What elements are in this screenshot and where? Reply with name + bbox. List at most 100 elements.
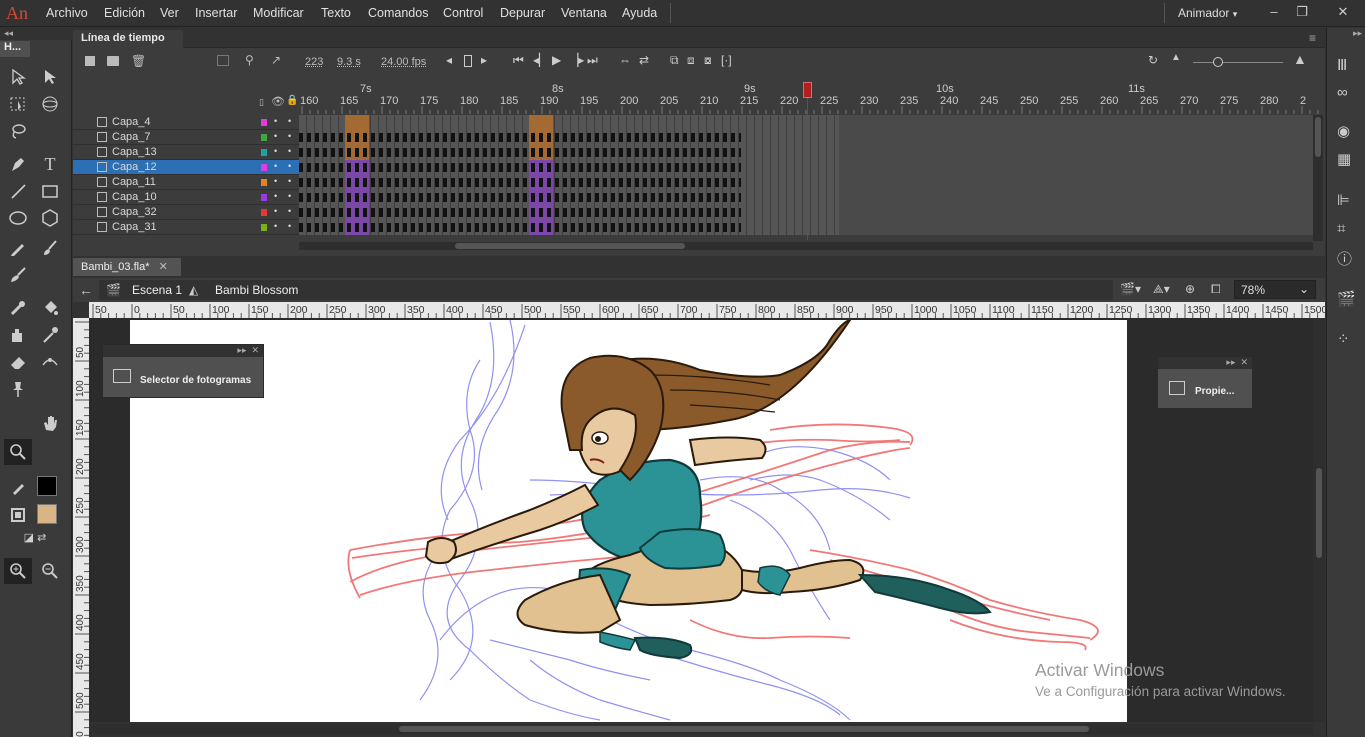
oval-tool-icon[interactable]: [4, 205, 32, 231]
eye-icon[interactable]: 👁: [271, 95, 285, 108]
color-icon[interactable]: ◉: [1337, 122, 1357, 142]
layer-row[interactable]: Capa_11 • •: [73, 175, 1313, 190]
layer-visibility-dot[interactable]: •: [274, 176, 277, 186]
close-button[interactable]: ✕: [1325, 2, 1361, 22]
layer-row[interactable]: Capa_31 • •: [73, 220, 1313, 235]
layer-color-swatch[interactable]: [261, 119, 267, 126]
step-forward-icon[interactable]: ▕▸: [569, 53, 584, 67]
ink-bottle-tool-icon[interactable]: [4, 322, 32, 348]
symbol-name[interactable]: Bambi Blossom: [215, 283, 298, 297]
line-tool-icon[interactable]: [4, 178, 32, 204]
layer-lock-dot[interactable]: •: [288, 131, 291, 141]
canvas-vscroll[interactable]: [1313, 318, 1325, 722]
panel-header[interactable]: ▸▸ ✕: [103, 345, 263, 357]
layer-color-swatch[interactable]: [261, 134, 267, 141]
menu-ver[interactable]: Ver: [160, 0, 179, 27]
layer-visibility-dot[interactable]: •: [274, 116, 277, 126]
edit-symbol-icon[interactable]: ⟁▾: [1153, 282, 1170, 297]
bone-tool-icon[interactable]: [4, 295, 32, 321]
paint-brush-tool-icon[interactable]: [36, 235, 64, 261]
layer-lock-dot[interactable]: •: [288, 176, 291, 186]
minimize-button[interactable]: –: [1262, 2, 1286, 22]
layer-color-swatch[interactable]: [261, 224, 267, 231]
layer-name[interactable]: Capa_12: [112, 161, 157, 173]
workspace-selector[interactable]: Animador ▾: [1178, 0, 1237, 27]
sync-icon[interactable]: ⇄: [639, 53, 649, 67]
layer-name[interactable]: Capa_32: [112, 206, 157, 218]
layer-row[interactable]: Capa_12 • •: [73, 160, 1313, 175]
elapsed-time[interactable]: 9.3 s: [337, 56, 361, 68]
layer-visibility-dot[interactable]: •: [274, 146, 277, 156]
layer-color-swatch[interactable]: [261, 164, 267, 171]
expand-view-icon[interactable]: ▲: [1293, 51, 1307, 67]
stage[interactable]: [130, 320, 1127, 722]
insert-keyframe-icon[interactable]: [464, 55, 472, 67]
layer-color-swatch[interactable]: [261, 149, 267, 156]
paint-bucket-tool-icon[interactable]: [36, 295, 64, 321]
layer-name[interactable]: Capa_11: [112, 176, 156, 188]
layer-visibility-dot[interactable]: •: [274, 191, 277, 201]
delete-layer-icon[interactable]: 🗑: [131, 54, 146, 68]
layer-row[interactable]: Capa_4 • •: [73, 115, 1313, 130]
zoom-in-icon[interactable]: [4, 558, 32, 584]
new-folder-icon[interactable]: [107, 56, 119, 66]
tools-tab[interactable]: H...: [0, 41, 30, 57]
layer-visibility-dot[interactable]: •: [274, 206, 277, 216]
refresh-icon[interactable]: ↻: [1148, 53, 1158, 67]
cc-libraries-icon[interactable]: ∞: [1337, 84, 1357, 104]
pen-tool-icon[interactable]: [4, 151, 32, 177]
menu-control[interactable]: Control: [443, 0, 483, 27]
scene-name[interactable]: Escena 1: [132, 283, 182, 297]
close-tab-icon[interactable]: ✕: [159, 261, 168, 273]
timeline-hscroll[interactable]: [299, 242, 1313, 250]
swap-colors-icon[interactable]: ◪ ⇄: [18, 526, 52, 548]
canvas-hscroll[interactable]: [89, 724, 1313, 734]
center-stage-icon[interactable]: ⊕: [1185, 282, 1195, 296]
horizontal-ruler[interactable]: 50 0 50 100 150 200 250 300 350 400 450 500 550 600 65…: [89, 302, 1325, 318]
new-layer-icon[interactable]: [85, 56, 95, 66]
graph-icon[interactable]: ↗: [271, 53, 281, 67]
menu-texto[interactable]: Texto: [321, 0, 351, 27]
back-arrow-icon[interactable]: ←: [79, 282, 93, 298]
menu-archivo[interactable]: Archivo: [46, 0, 88, 27]
layer-visibility-dot[interactable]: •: [274, 131, 277, 141]
menu-ventana[interactable]: Ventana: [561, 0, 607, 27]
zoom-slider-track[interactable]: [1193, 62, 1283, 63]
expand-panels-icon[interactable]: ▸▸: [1327, 28, 1365, 40]
layer-color-swatch[interactable]: [261, 179, 267, 186]
layer-lock-dot[interactable]: •: [288, 116, 291, 126]
last-frame-icon[interactable]: ⏭: [587, 53, 598, 68]
current-frame[interactable]: 223: [305, 56, 323, 68]
collapse-icon[interactable]: ◂◂: [0, 28, 72, 40]
prev-keyframe-icon[interactable]: ◂: [446, 53, 452, 67]
text-tool-icon[interactable]: T: [36, 151, 64, 177]
layer-visibility-dot[interactable]: •: [274, 221, 277, 231]
layer-name[interactable]: Capa_31: [112, 221, 157, 233]
fill-color-swatch[interactable]: [37, 504, 57, 524]
layer-lock-dot[interactable]: •: [288, 221, 291, 231]
onion-markers-icon[interactable]: [·]: [721, 53, 732, 67]
layer-color-swatch[interactable]: [261, 209, 267, 216]
polygon-tool-icon[interactable]: [36, 205, 64, 231]
layer-name[interactable]: Capa_13: [112, 146, 157, 158]
3d-rotation-tool-icon[interactable]: [36, 91, 64, 117]
menu-modificar[interactable]: Modificar: [253, 0, 304, 27]
pencil-tool-icon[interactable]: [4, 235, 32, 261]
menu-depurar[interactable]: Depurar: [500, 0, 545, 27]
swatches-icon[interactable]: ▦: [1337, 150, 1357, 170]
onion-outline-icon[interactable]: ⧈: [687, 53, 695, 68]
layer-name[interactable]: Capa_10: [112, 191, 157, 203]
playhead[interactable]: [803, 82, 812, 240]
pin-tool-icon[interactable]: [4, 376, 32, 402]
layer-color-swatch[interactable]: [261, 194, 267, 201]
eyedropper-tool-icon[interactable]: [36, 322, 64, 348]
hand-tool-icon[interactable]: [36, 410, 64, 436]
play-icon[interactable]: ▶: [552, 53, 561, 67]
motion-presets-icon[interactable]: 🎬: [1337, 290, 1357, 310]
layer-lock-dot[interactable]: •: [288, 191, 291, 201]
layer-lock-dot[interactable]: •: [288, 206, 291, 216]
menu-comandos[interactable]: Comandos: [368, 0, 428, 27]
stroke-color-swatch[interactable]: [37, 476, 57, 496]
menu-ayuda[interactable]: Ayuda: [622, 0, 657, 27]
eraser-tool-icon[interactable]: [4, 349, 32, 375]
